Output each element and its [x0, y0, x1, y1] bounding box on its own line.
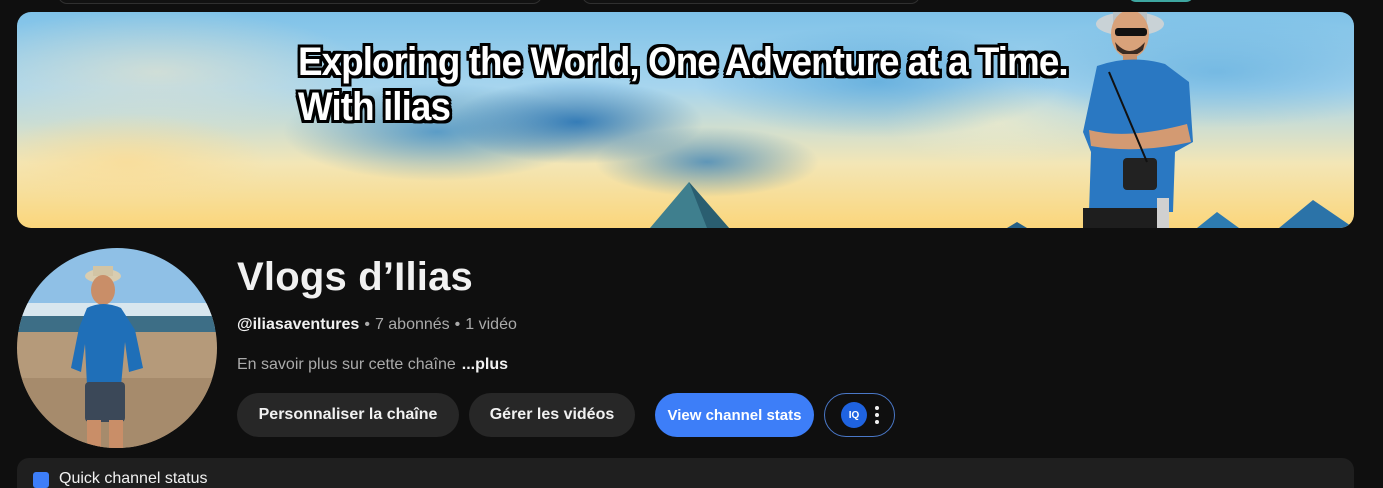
video-count: 1 vidéo — [465, 316, 517, 333]
meta-separator: • — [454, 316, 461, 333]
header-pill-edge[interactable] — [582, 0, 920, 4]
banner-tagline-line2: With ilias — [298, 85, 451, 129]
banner-tagline: Exploring the World, One Adventure at a … — [298, 40, 1069, 130]
iq-logo-icon: IQ — [841, 402, 867, 428]
subscriber-count: 7 abonnés — [374, 316, 450, 333]
channel-description[interactable]: En savoir plus sur cette chaîne ...plus — [237, 356, 508, 374]
channel-handle[interactable]: @iliasaventures — [237, 316, 359, 333]
iq-extension-button[interactable]: IQ — [824, 393, 895, 437]
channel-status-bar: Quick channel status — [17, 458, 1354, 488]
more-options-icon[interactable] — [875, 406, 879, 424]
meta-separator: • — [364, 316, 370, 333]
manage-videos-button[interactable]: Gérer les vidéos — [469, 393, 635, 437]
description-text: En savoir plus sur cette chaîne — [237, 356, 456, 373]
more-link[interactable]: ...plus — [462, 356, 508, 373]
view-channel-stats-button[interactable]: View channel stats — [655, 393, 814, 437]
channel-avatar[interactable] — [17, 248, 217, 448]
search-bar-edge[interactable] — [58, 0, 542, 4]
banner-person — [1083, 12, 1193, 228]
banner-tagline-line1: Exploring the World, One Adventure at a … — [298, 40, 1069, 84]
header-action-edge[interactable] — [1128, 0, 1194, 2]
channel-name: Vlogs d’Ilias — [237, 255, 473, 299]
status-bar-text: Quick channel status — [59, 470, 208, 487]
customize-channel-button[interactable]: Personnaliser la chaîne — [237, 393, 459, 437]
channel-banner: Exploring the World, One Adventure at a … — [17, 12, 1354, 228]
avatar-photo — [17, 248, 217, 448]
status-icon — [33, 472, 49, 488]
channel-meta: @iliasaventures • 7 abonnés • 1 vidéo — [237, 316, 517, 334]
